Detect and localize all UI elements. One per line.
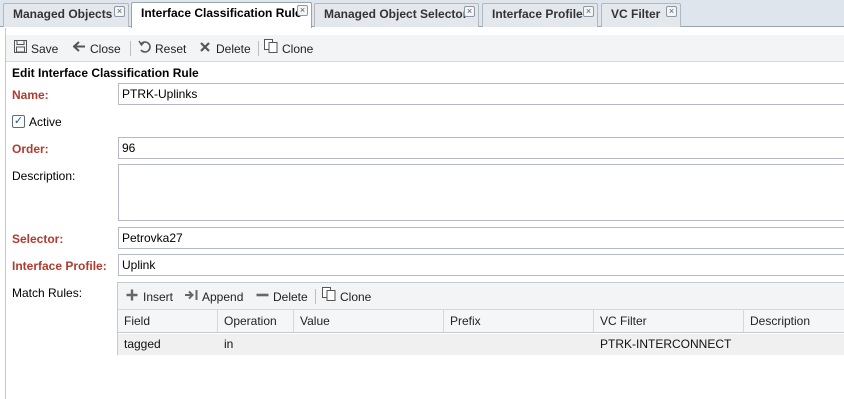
order-field[interactable]: 96 [118, 137, 844, 159]
grid-header: Field Operation Value Prefix VC Filter D… [118, 310, 844, 333]
tab-bar: Managed Objects × Interface Classificati… [0, 0, 844, 28]
close-icon[interactable]: × [297, 5, 308, 16]
interface-profile-field[interactable]: Uplink [118, 254, 844, 276]
interface-profile-label: Interface Profile: [12, 259, 107, 273]
cell-vc-filter: PTRK-INTERCONNECT [600, 337, 732, 351]
cell-operation: in [224, 337, 234, 351]
delete-button[interactable]: Delete [197, 39, 251, 59]
delete-label: Delete [216, 42, 251, 56]
clone-button[interactable]: Clone [263, 39, 313, 59]
column-header-description[interactable]: Description [744, 310, 844, 332]
close-icon[interactable]: × [464, 6, 475, 17]
close-button[interactable]: Close [71, 39, 121, 59]
grid-delete-label: Delete [273, 290, 308, 304]
column-header-prefix[interactable]: Prefix [444, 310, 594, 332]
name-label: Name: [12, 88, 49, 102]
form-toolbar: Save Close Reset Delete Clone [6, 35, 844, 62]
cell-prefix [444, 334, 450, 355]
table-row[interactable]: tagged in PTRK-INTERCONNECT [118, 334, 844, 355]
grid-clone-label: Clone [340, 290, 372, 304]
selector-label: Selector: [12, 232, 64, 246]
form-title: Edit Interface Classification Rule [12, 66, 199, 80]
description-textarea[interactable] [118, 164, 844, 221]
tab-interface-classification-rule[interactable]: Interface Classification Rule × [131, 2, 312, 28]
toolbar-separator [258, 41, 259, 56]
append-button[interactable]: Append [183, 287, 243, 307]
plus-icon [124, 287, 140, 307]
reset-button[interactable]: Reset [136, 39, 186, 59]
tab-managed-object-selector[interactable]: Managed Object Selector × [314, 3, 479, 27]
save-button[interactable]: Save [12, 39, 58, 59]
x-icon [197, 39, 213, 59]
match-rules-toolbar: Insert Append Delete Clone [118, 283, 844, 310]
column-header-field[interactable]: Field [118, 310, 218, 332]
selector-field[interactable]: Petrovka27 [118, 227, 844, 249]
tab-label: Managed Objects [13, 7, 113, 21]
column-header-operation[interactable]: Operation [218, 310, 294, 332]
cell-description [744, 334, 750, 355]
append-label: Append [202, 290, 244, 304]
tab-label: Interface Profile [492, 7, 583, 21]
column-header-value[interactable]: Value [294, 310, 444, 332]
minus-icon [254, 287, 270, 307]
edit-panel: Save Close Reset Delete Clone Edit Inter… [5, 28, 844, 399]
copy-icon [321, 287, 337, 307]
cell-field: tagged [124, 337, 161, 351]
toolbar-separator [315, 289, 316, 304]
arrow-left-icon [71, 39, 87, 59]
copy-icon [263, 39, 279, 59]
tab-label: Interface Classification Rule [141, 6, 302, 20]
close-icon[interactable]: × [583, 6, 594, 17]
active-checkbox[interactable]: ✓ [12, 115, 25, 128]
active-label: Active [29, 115, 62, 129]
grid-clone-button[interactable]: Clone [321, 287, 371, 307]
save-label: Save [31, 42, 59, 56]
match-rules-grid: Insert Append Delete Clone Field Operati… [117, 282, 844, 355]
close-icon[interactable]: × [666, 6, 677, 17]
description-label: Description: [12, 169, 76, 183]
close-icon[interactable]: × [114, 6, 125, 17]
order-label: Order: [12, 142, 49, 156]
tab-managed-objects[interactable]: Managed Objects × [3, 3, 129, 27]
insert-label: Insert [143, 290, 174, 304]
name-field[interactable]: PTRK-Uplinks [118, 83, 844, 105]
clone-label: Clone [282, 42, 314, 56]
tab-label: VC Filter [611, 7, 661, 21]
insert-button[interactable]: Insert [124, 287, 173, 307]
floppy-icon [12, 39, 28, 59]
match-rules-label: Match Rules: [12, 286, 83, 300]
tab-label: Managed Object Selector [324, 7, 468, 21]
reset-label: Reset [155, 42, 187, 56]
grid-delete-button[interactable]: Delete [254, 287, 308, 307]
undo-icon [136, 39, 152, 59]
close-label: Close [90, 42, 121, 56]
tab-interface-profile[interactable]: Interface Profile × [482, 3, 598, 27]
column-header-vc-filter[interactable]: VC Filter [594, 310, 744, 332]
append-icon [183, 287, 199, 307]
tab-vc-filter[interactable]: VC Filter × [601, 3, 681, 27]
cell-value [294, 334, 300, 355]
toolbar-separator [130, 41, 131, 56]
